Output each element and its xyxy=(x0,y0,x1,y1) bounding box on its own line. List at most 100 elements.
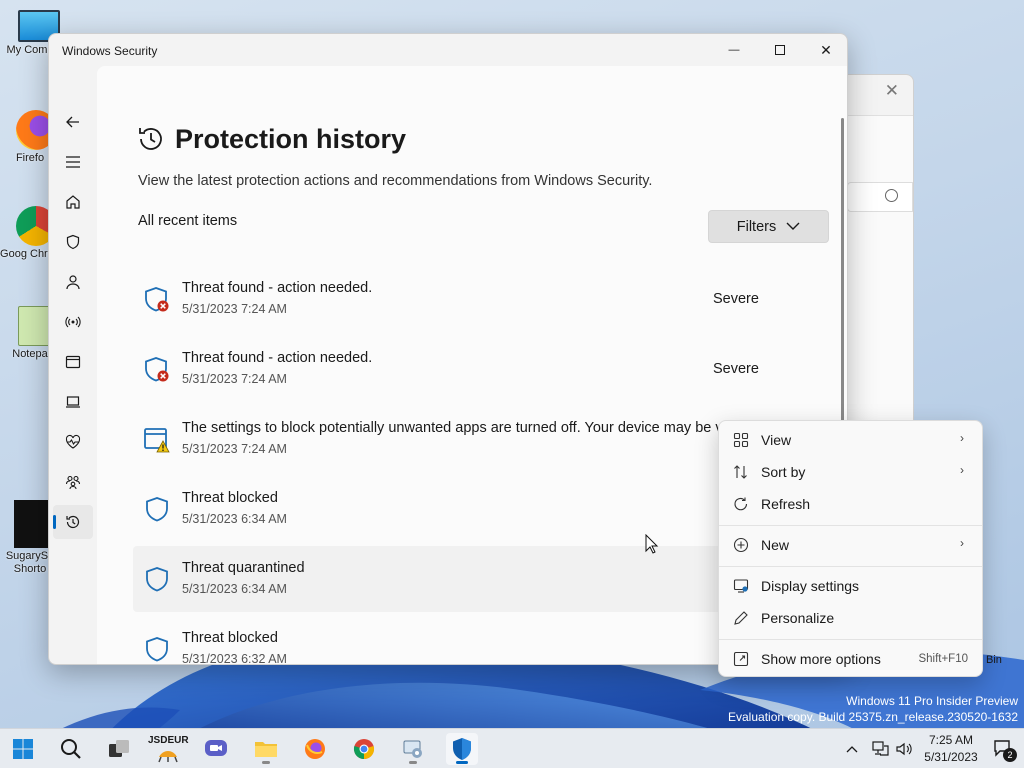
nav-protection-history[interactable] xyxy=(53,505,93,539)
chevron-right-icon: › xyxy=(960,431,964,445)
clock-time: 7:25 AM xyxy=(928,733,974,747)
page-title: Protection history xyxy=(175,124,407,154)
taskbar-task-view[interactable] xyxy=(103,733,135,765)
context-menu-label: View xyxy=(761,432,792,448)
taskbar-firefox[interactable] xyxy=(299,733,331,765)
task-view-icon xyxy=(109,740,129,757)
running-indicator xyxy=(456,761,468,764)
scrollbar[interactable] xyxy=(841,118,844,440)
hamburger-menu-icon xyxy=(66,156,80,168)
history-item[interactable]: Threat blocked 5/31/2023 6:34 AM xyxy=(133,476,793,542)
navigation-rail xyxy=(49,66,97,664)
watermark-line: Evaluation copy. Build 25375.zn_release.… xyxy=(728,710,1018,724)
context-menu-item-refresh[interactable]: Refresh xyxy=(723,489,980,519)
notification-center-button[interactable]: 2 xyxy=(988,733,1020,765)
taskbar-search[interactable] xyxy=(55,733,87,765)
context-menu-item-sort-by[interactable]: Sort by › xyxy=(723,457,980,487)
nav-family-options[interactable] xyxy=(53,465,93,499)
antenna-icon xyxy=(65,316,81,328)
taskbar-start[interactable] xyxy=(7,733,39,765)
history-item-title: Threat found - action needed. xyxy=(182,350,373,366)
history-item-time: 5/31/2023 6:34 AM xyxy=(182,582,287,596)
context-menu-item-new[interactable]: New › xyxy=(723,530,980,560)
nav-app-browser-control[interactable] xyxy=(53,345,93,379)
taskbar-chrome[interactable] xyxy=(348,733,380,765)
history-item[interactable]: Threat blocked 5/31/2023 6:32 AM xyxy=(133,616,793,665)
context-menu-item-view[interactable]: View › xyxy=(723,425,980,455)
nav-device-security[interactable] xyxy=(53,385,93,419)
nav-firewall[interactable] xyxy=(53,305,93,339)
shield-icon xyxy=(66,234,80,250)
nav-virus-protection[interactable] xyxy=(53,225,93,259)
back-arrow-icon xyxy=(66,116,79,128)
home-icon xyxy=(66,195,80,209)
nav-home[interactable] xyxy=(53,185,93,219)
shield-error-icon xyxy=(145,357,169,382)
background-explorer-window[interactable]: ✕ xyxy=(840,74,914,424)
history-item-title: Threat found - action needed. xyxy=(182,280,373,296)
taskbar-jsdeur-app[interactable] xyxy=(152,737,184,768)
running-indicator xyxy=(262,761,270,764)
tray-network[interactable] xyxy=(868,733,892,765)
chevron-right-icon: › xyxy=(960,536,964,550)
taskbar-chat[interactable] xyxy=(200,733,232,765)
filters-label: Filters xyxy=(736,218,777,235)
folder-icon xyxy=(255,742,277,757)
plus-circle-icon xyxy=(733,537,749,553)
context-menu-label: Personalize xyxy=(761,610,835,626)
show-more-icon xyxy=(733,651,749,667)
taskbar-settings-app[interactable] xyxy=(397,733,429,765)
search-icon xyxy=(61,739,81,759)
history-item[interactable]: Threat quarantined 5/31/2023 6:34 AM xyxy=(133,546,793,612)
windows-security-icon xyxy=(453,738,471,760)
tray-overflow-button[interactable] xyxy=(842,733,862,765)
context-menu-item-personalize[interactable]: Personalize xyxy=(723,603,980,633)
firefox-icon xyxy=(305,739,325,759)
family-icon xyxy=(65,475,81,490)
taskbar-file-explorer[interactable] xyxy=(250,733,282,765)
close-icon[interactable]: ✕ xyxy=(885,81,899,101)
close-icon: ✕ xyxy=(820,41,832,58)
nav-device-performance[interactable] xyxy=(53,425,93,459)
context-menu-item-show-more-options[interactable]: Show more options Shift+F10 xyxy=(723,644,980,674)
laptop-icon xyxy=(66,396,80,408)
history-icon xyxy=(66,515,80,529)
history-item-title: The settings to block potentially unwant… xyxy=(182,420,743,436)
history-item-time: 5/31/2023 6:32 AM xyxy=(182,652,287,665)
recycle-bin-label: Bin xyxy=(986,654,1002,666)
taskbar-windows-security[interactable] xyxy=(446,733,478,765)
history-item-title: Threat quarantined xyxy=(182,560,305,576)
context-menu-label: Display settings xyxy=(761,578,860,594)
background-search-box[interactable] xyxy=(847,182,913,212)
history-item[interactable]: Threat found - action needed. 5/31/2023 … xyxy=(133,336,793,402)
heart-pulse-icon xyxy=(65,434,81,449)
notification-count-badge: 2 xyxy=(1003,748,1017,762)
shield-icon xyxy=(146,497,168,522)
clock-date: 5/31/2023 xyxy=(924,750,978,764)
history-item-time: 5/31/2023 6:34 AM xyxy=(182,512,287,526)
nav-account-protection[interactable] xyxy=(53,265,93,299)
history-item[interactable]: The settings to block potentially unwant… xyxy=(133,406,793,472)
history-item-severity: Severe xyxy=(713,361,759,377)
taskbar-clock[interactable]: 7:25 AM 5/31/2023 xyxy=(906,732,996,766)
taskbar: JSDEUR 7:25 AM 5/31/2023 2 xyxy=(0,728,1024,768)
filters-button[interactable]: Filters xyxy=(708,210,829,243)
maximize-button[interactable] xyxy=(757,34,803,66)
chevron-down-icon xyxy=(786,222,800,230)
history-item-time: 5/31/2023 7:24 AM xyxy=(182,372,287,386)
close-button[interactable]: ✕ xyxy=(803,34,847,66)
maximize-icon xyxy=(775,45,785,55)
minimize-button[interactable]: — xyxy=(711,34,757,66)
title-bar[interactable]: Windows Security — ✕ xyxy=(49,34,847,66)
nav-back-button[interactable] xyxy=(53,105,93,139)
running-indicator xyxy=(409,761,417,764)
evaluation-watermark: Windows 11 Pro Insider Preview Evaluatio… xyxy=(728,693,1018,725)
settings-app-icon xyxy=(403,740,422,758)
watermark-line: Windows 11 Pro Insider Preview xyxy=(846,694,1018,708)
mouse-cursor-icon xyxy=(645,534,659,554)
context-menu-item-display-settings[interactable]: Display settings xyxy=(723,571,980,601)
history-item[interactable]: Threat found - action needed. 5/31/2023 … xyxy=(133,266,793,332)
shield-icon xyxy=(146,567,168,592)
nav-menu-button[interactable] xyxy=(53,145,93,179)
nav-settings[interactable] xyxy=(53,657,93,664)
